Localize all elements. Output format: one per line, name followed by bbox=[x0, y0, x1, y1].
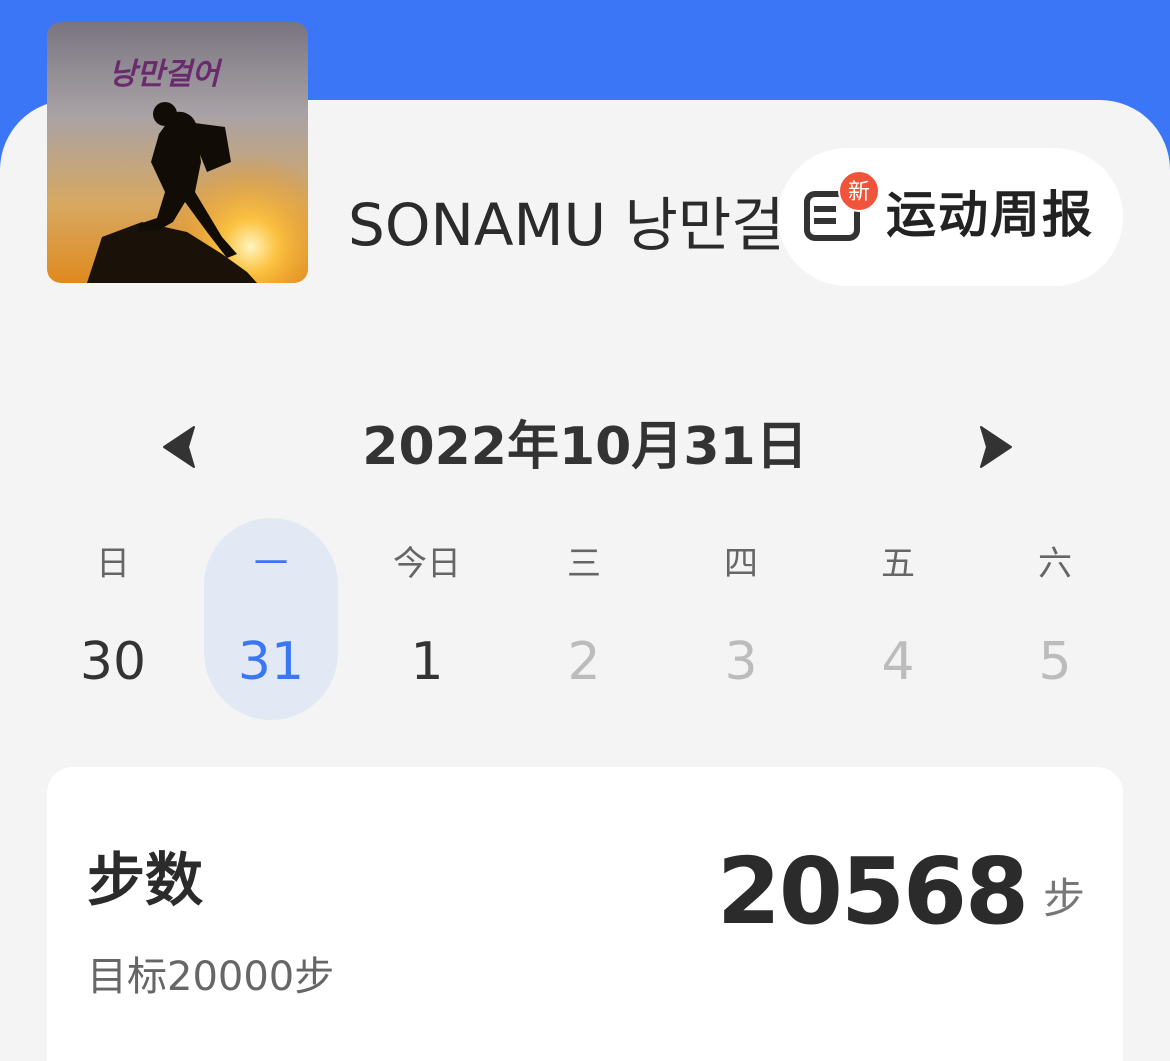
avatar[interactable]: 낭만걸어 bbox=[47, 22, 308, 283]
day-number: 4 bbox=[881, 632, 915, 692]
day-number: 30 bbox=[79, 632, 147, 692]
steps-title: 步数 bbox=[87, 846, 204, 914]
day-number: 31 bbox=[237, 632, 305, 692]
weekday-label: 六 bbox=[1038, 544, 1072, 584]
weekday-label: 一 bbox=[254, 544, 288, 584]
steps-unit: 步 bbox=[1042, 874, 1085, 923]
weekly-report-button[interactable]: 新 运动周报 bbox=[778, 148, 1123, 286]
hiker-avatar-image: 낭만걸어 bbox=[47, 22, 308, 283]
day-sat-5: 六 5 bbox=[988, 518, 1122, 720]
day-number: 3 bbox=[724, 632, 758, 692]
username: SONAMU 낭만걸어 bbox=[348, 191, 788, 259]
day-mon-31-selected[interactable]: 一 31 bbox=[204, 518, 338, 720]
steps-card[interactable]: 步数 目标20000步 20568 步 bbox=[47, 767, 1123, 1061]
weekday-label: 日 bbox=[96, 544, 130, 584]
day-wed-2: 三 2 bbox=[517, 518, 651, 720]
weekday-label: 五 bbox=[881, 544, 915, 584]
steps-goal: 目标20000步 bbox=[87, 954, 335, 1000]
new-badge: 新 bbox=[838, 170, 880, 212]
weekday-label: 三 bbox=[567, 544, 601, 584]
weekly-report-label: 运动周报 bbox=[886, 186, 1094, 244]
day-fri-4: 五 4 bbox=[831, 518, 965, 720]
day-sun-30[interactable]: 日 30 bbox=[46, 518, 180, 720]
prev-date-arrow-icon[interactable] bbox=[160, 425, 200, 469]
day-number: 2 bbox=[567, 632, 601, 692]
avatar-text: 낭만걸어 bbox=[109, 57, 223, 92]
weekday-label: 今日 bbox=[393, 544, 461, 584]
day-thu-3: 四 3 bbox=[674, 518, 808, 720]
next-date-arrow-icon[interactable] bbox=[975, 425, 1015, 469]
day-number: 1 bbox=[410, 632, 444, 692]
day-number: 5 bbox=[1038, 632, 1072, 692]
steps-value: 20568 bbox=[716, 838, 1029, 945]
weekday-label: 四 bbox=[724, 544, 758, 584]
date-title: 2022年10月31日 bbox=[362, 417, 808, 477]
day-today-1[interactable]: 今日 1 bbox=[360, 518, 494, 720]
